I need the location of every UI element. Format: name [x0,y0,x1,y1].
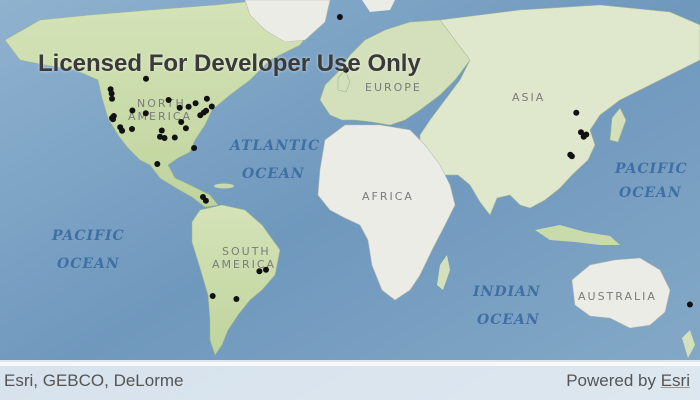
map-marker[interactable] [178,119,185,125]
map-marker[interactable] [154,161,161,167]
map-marker[interactable] [192,100,199,107]
label-pacific-west-1: PACIFIC [51,228,125,244]
label-asia: ASIA [512,91,545,104]
map-view[interactable]: NORTH AMERICA EUROPE ASIA AFRICA SOUTH A… [0,0,700,400]
map-marker[interactable] [203,107,210,114]
attribution-text: Esri, GEBCO, DeLorme [4,371,184,390]
map-marker[interactable] [110,113,117,119]
developer-watermark: Licensed For Developer Use Only [38,50,421,77]
map-marker[interactable] [191,145,198,151]
map-marker[interactable] [573,109,580,116]
map-marker[interactable] [256,268,263,275]
map-marker[interactable] [203,95,210,102]
map-marker[interactable] [202,197,209,204]
esri-link[interactable]: Esri [661,371,690,390]
label-pacific-east-2: OCEAN [619,185,682,201]
map-marker[interactable] [109,95,115,102]
map-marker[interactable] [129,107,136,114]
powered-by-label: Powered by [566,371,656,390]
map-marker[interactable] [182,125,189,132]
map-marker[interactable] [142,110,149,117]
label-indian-2: OCEAN [477,312,540,328]
map-marker[interactable] [129,126,135,132]
map-marker[interactable] [209,293,216,299]
map-marker[interactable] [165,97,172,103]
map-marker[interactable] [233,296,240,302]
powered-by: Powered by Esri [566,371,690,391]
label-africa: AFRICA [362,190,414,203]
label-europe: EUROPE [365,81,422,94]
map-marker[interactable] [176,104,183,111]
label-south-america-1: SOUTH [222,245,271,258]
map-marker[interactable] [157,133,163,140]
label-australia: AUSTRALIA [578,290,657,303]
land-caribbean [214,183,234,189]
label-pacific-west-2: OCEAN [57,256,120,272]
map-marker[interactable] [119,127,126,134]
map-marker[interactable] [208,103,215,110]
label-indian-1: INDIAN [472,284,541,300]
map-marker[interactable] [686,301,693,308]
label-atlantic-2: OCEAN [242,166,305,182]
map-marker[interactable] [578,129,584,136]
map-marker[interactable] [185,103,192,110]
map-marker[interactable] [263,266,269,273]
map-marker[interactable] [158,127,165,134]
label-pacific-east-1: PACIFIC [614,161,688,177]
map-marker[interactable] [108,90,115,97]
attribution-bar: Esri, GEBCO, DeLorme Powered by Esri [0,362,700,400]
map-marker[interactable] [336,14,343,20]
label-atlantic-1: ATLANTIC [228,138,320,154]
map-marker[interactable] [567,151,574,158]
map-marker[interactable] [171,134,178,141]
